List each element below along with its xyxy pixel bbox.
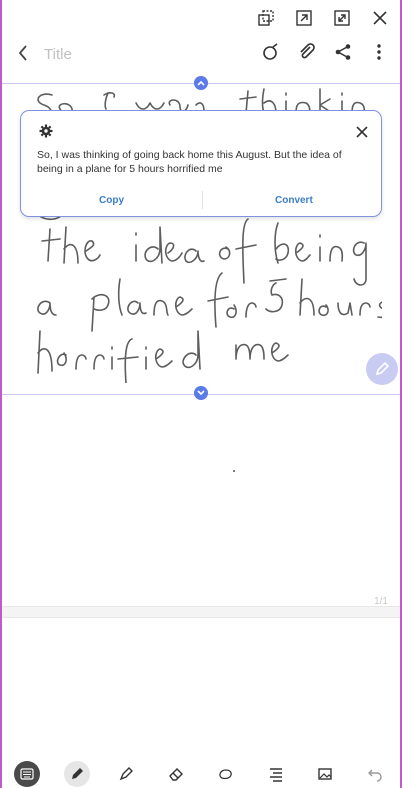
copy-button[interactable]: Copy: [99, 195, 124, 206]
convert-button[interactable]: Convert: [275, 195, 313, 206]
keyboard-button[interactable]: [13, 761, 40, 787]
header-actions: [262, 42, 388, 62]
chevron-down-icon: [197, 390, 205, 396]
image-icon: [318, 768, 333, 780]
lasso-tool-button[interactable]: [213, 761, 239, 787]
brush-icon: [120, 767, 134, 781]
page-separator: [2, 606, 400, 618]
text-align-icon: [269, 768, 282, 782]
ink-dot: [233, 470, 235, 472]
expand-icon[interactable]: [332, 8, 352, 28]
converted-text: So, I was thinking of going back home th…: [37, 149, 342, 175]
bottom-toolbar: [2, 760, 400, 788]
more-icon: [377, 44, 381, 60]
image-button[interactable]: [312, 761, 338, 787]
note-header: [0, 38, 402, 68]
handwriting-mode-button[interactable]: [262, 42, 280, 62]
card-close-button[interactable]: [353, 123, 371, 141]
keyboard-icon: [20, 768, 34, 780]
text-align-button[interactable]: [263, 761, 289, 787]
selection-handle-bottom[interactable]: [194, 386, 208, 400]
window-controls: [256, 8, 390, 28]
minimize-icon[interactable]: [294, 8, 314, 28]
chevron-left-icon: [18, 45, 27, 61]
chevron-up-icon: [197, 80, 205, 86]
attach-button[interactable]: [298, 42, 316, 62]
brush-tool-button[interactable]: [113, 761, 139, 787]
pen-fab-button[interactable]: [366, 353, 398, 385]
gear-icon[interactable]: [39, 124, 53, 138]
close-icon: [356, 126, 368, 138]
handwriting-convert-card: So, I was thinking of going back home th…: [20, 110, 382, 217]
pen-icon: [375, 361, 390, 376]
close-icon[interactable]: [370, 8, 390, 28]
eraser-icon: [169, 768, 184, 781]
undo-icon: [368, 769, 382, 782]
overlap-windows-icon[interactable]: [256, 8, 276, 28]
share-icon: [335, 44, 351, 60]
card-action-divider: [202, 191, 203, 209]
handwriting-mode-icon: [263, 43, 278, 60]
lasso-icon: [219, 769, 232, 780]
selection-handle-top[interactable]: [194, 76, 208, 90]
pen-tool-button[interactable]: [63, 761, 90, 787]
eraser-tool-button[interactable]: [163, 761, 189, 787]
share-button[interactable]: [334, 42, 352, 62]
pen-icon: [71, 768, 83, 779]
attach-icon: [300, 43, 315, 59]
more-button[interactable]: [370, 42, 388, 62]
title-input[interactable]: [42, 42, 216, 66]
undo-button[interactable]: [362, 761, 388, 787]
back-button[interactable]: [14, 42, 34, 64]
